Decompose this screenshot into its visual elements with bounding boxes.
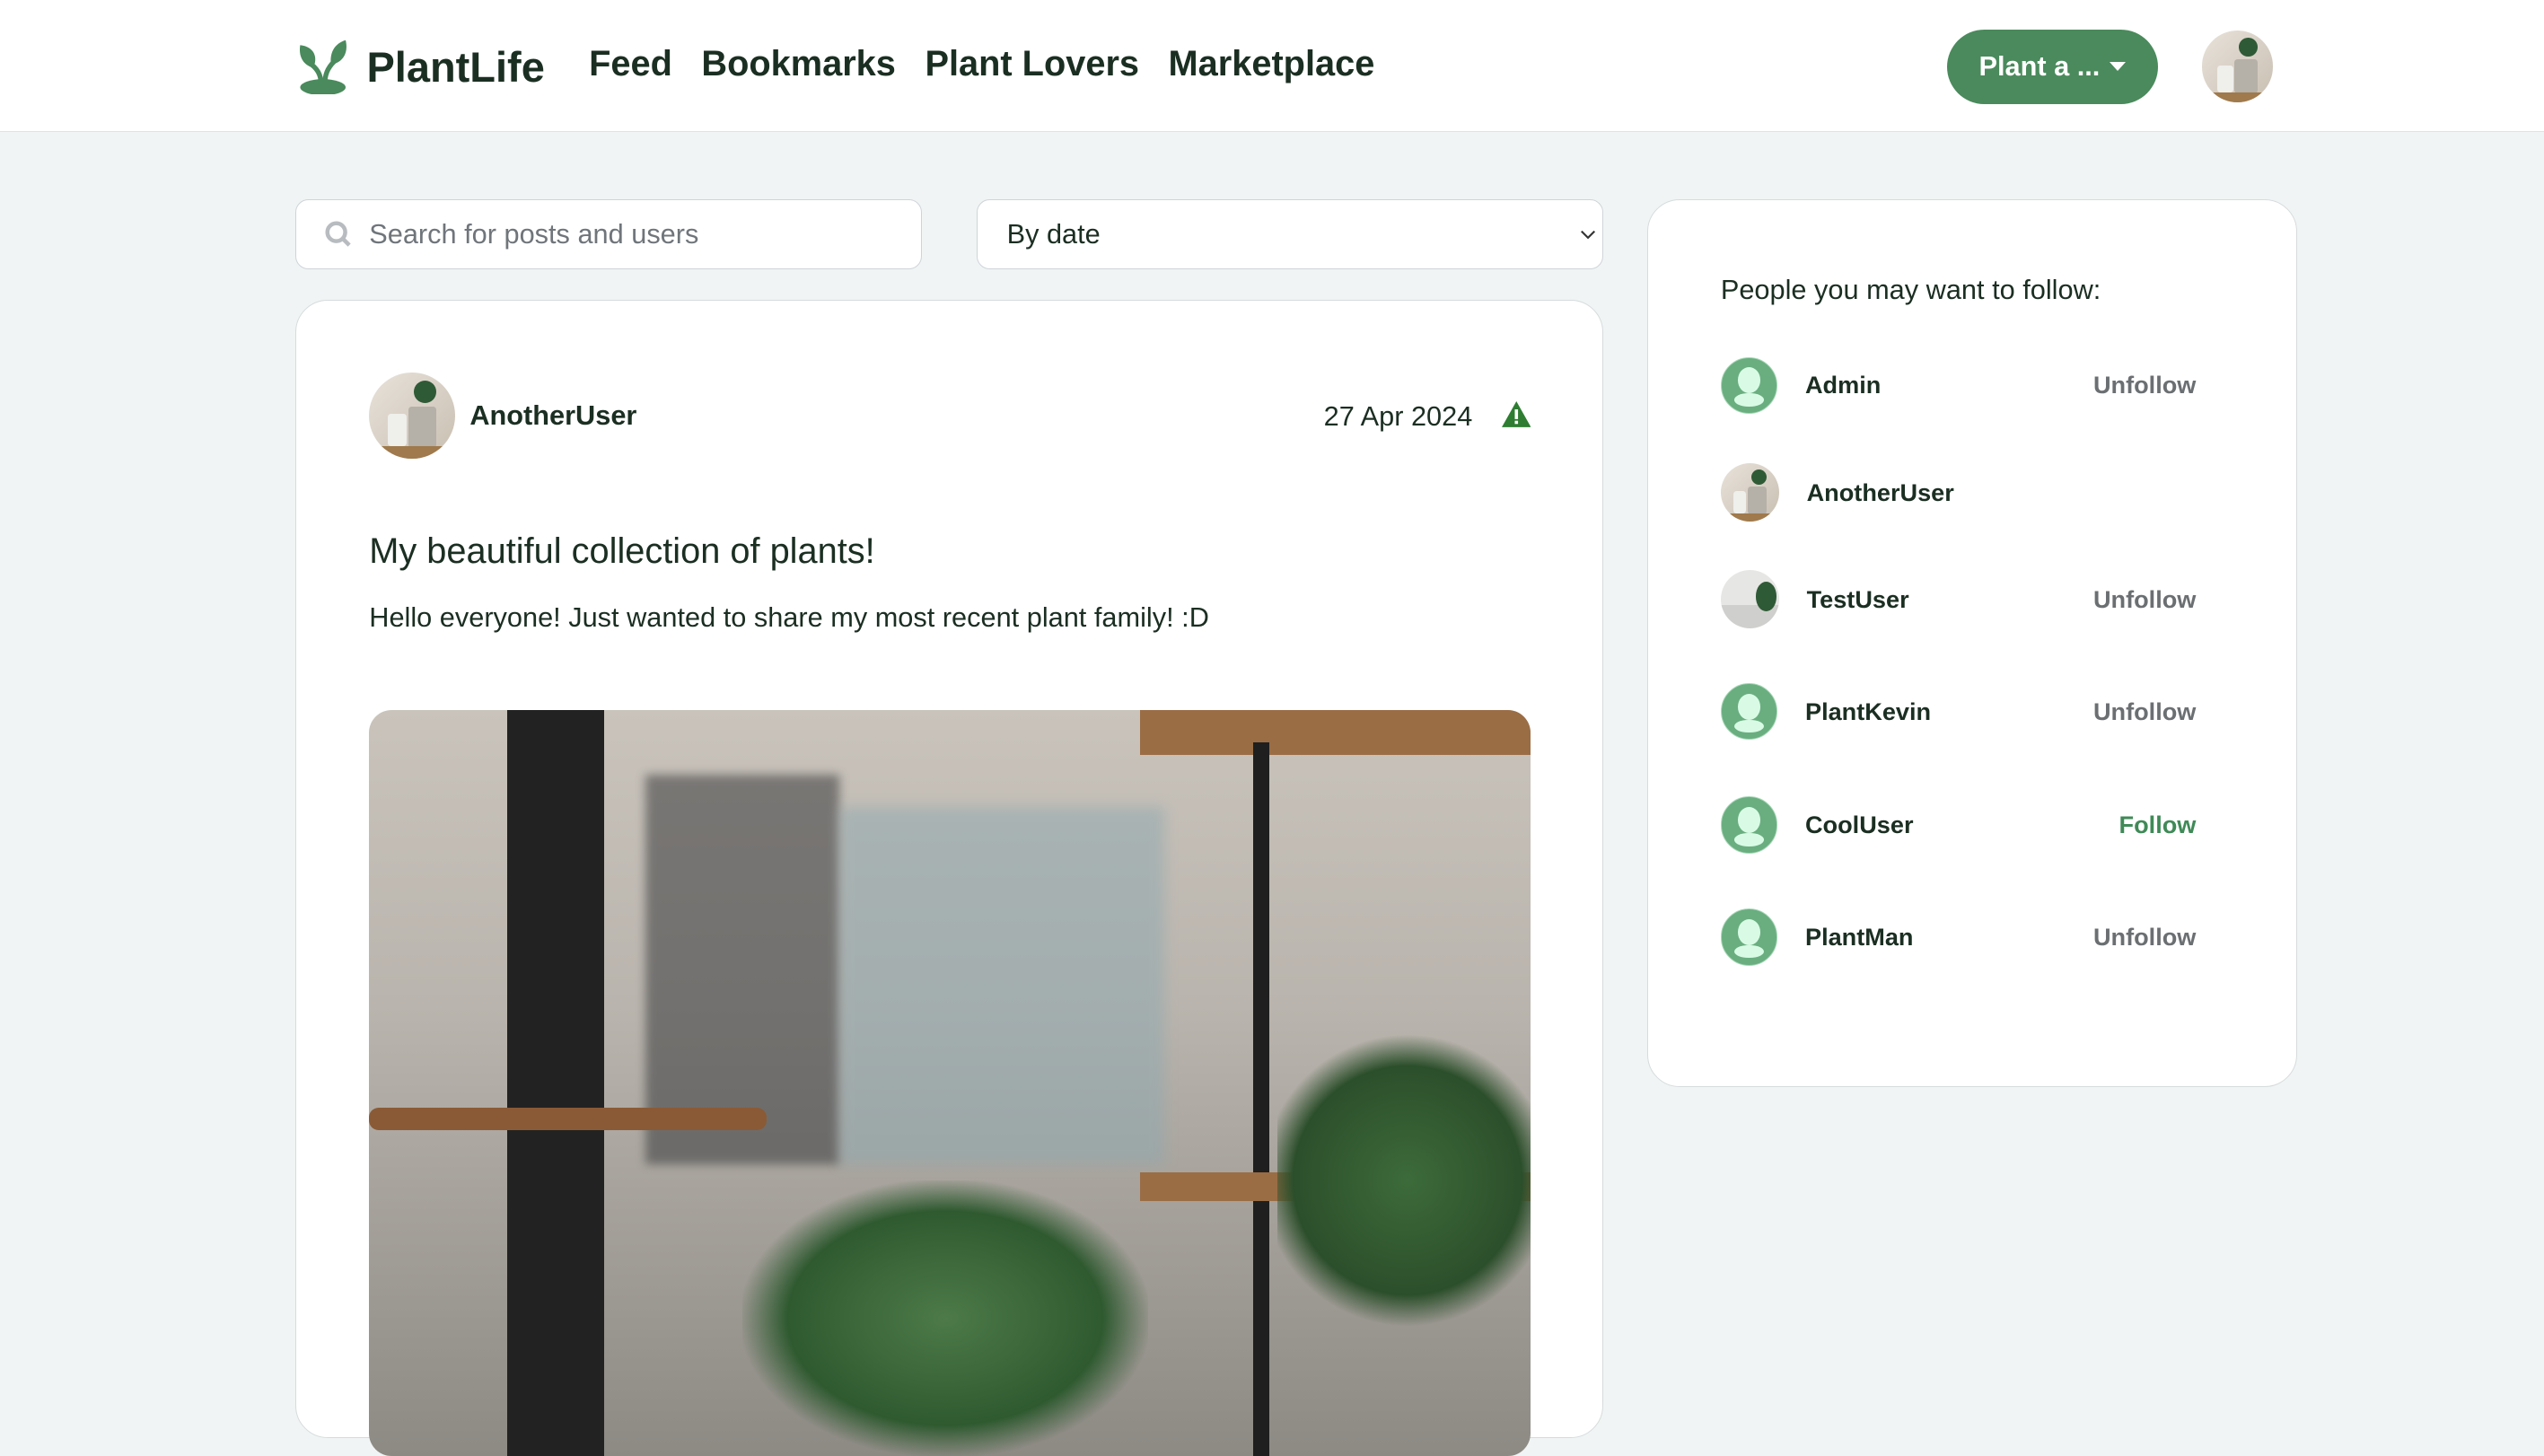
nav-feed[interactable]: Feed	[589, 44, 672, 84]
plant-button-label: Plant a ...	[1978, 50, 2101, 83]
post-card: AnotherUser 27 Apr 2024 My beautiful col…	[294, 300, 1603, 1456]
suggestion-name[interactable]: PlantMan	[1805, 923, 2093, 952]
post-date: 27 Apr 2024	[1323, 399, 1473, 432]
caret-down-icon	[2110, 62, 2127, 71]
suggestion-row: PlantMan Unfollow	[1720, 908, 2196, 966]
user-avatar	[1720, 463, 1779, 522]
unfollow-button[interactable]: Unfollow	[2093, 371, 2196, 399]
suggestion-row: AnotherUser	[1720, 463, 2197, 522]
search-placeholder: Search for posts and users	[369, 218, 699, 250]
follow-suggestions-panel: People you may want to follow: Admin Unfo…	[1646, 199, 2298, 1088]
suggestion-name[interactable]: AnotherUser	[1807, 478, 2197, 507]
suggestion-name[interactable]: TestUser	[1807, 585, 2093, 614]
user-avatar[interactable]	[2201, 31, 2274, 102]
suggestions-heading: People you may want to follow:	[1720, 273, 2101, 305]
post-title: My beautiful collection of plants!	[369, 531, 875, 571]
top-navbar: PlantLife Feed Bookmarks Plant Lovers Ma…	[0, 0, 2544, 133]
post-author[interactable]: AnotherUser	[369, 372, 637, 459]
author-avatar	[369, 372, 456, 459]
suggestion-name[interactable]: PlantKevin	[1805, 697, 2093, 726]
unfollow-button[interactable]: Unfollow	[2093, 585, 2196, 614]
sprout-icon	[299, 40, 347, 94]
unfollow-button[interactable]: Unfollow	[2093, 697, 2196, 726]
unfollow-button[interactable]: Unfollow	[2093, 923, 2196, 952]
default-avatar-icon	[1720, 796, 1778, 854]
nav-marketplace[interactable]: Marketplace	[1169, 44, 1375, 84]
search-icon	[325, 221, 352, 247]
author-name: AnotherUser	[469, 399, 637, 431]
main-nav: Feed Bookmarks Plant Lovers Marketplace	[589, 44, 1374, 84]
default-avatar-icon	[1720, 682, 1778, 741]
post-body: Hello everyone! Just wanted to share my …	[369, 601, 1209, 633]
suggestion-row: TestUser Unfollow	[1720, 570, 2196, 629]
sort-select[interactable]: By date	[977, 199, 1603, 270]
default-avatar-icon	[1720, 356, 1778, 415]
suggestion-row: CoolUser Follow	[1720, 796, 2197, 855]
default-avatar-icon	[1720, 908, 1778, 966]
follow-button[interactable]: Follow	[2119, 811, 2197, 839]
suggestion-row: Admin Unfollow	[1720, 356, 2196, 415]
nav-plant-lovers[interactable]: Plant Lovers	[925, 44, 1139, 84]
suggestion-name[interactable]: Admin	[1805, 371, 2093, 399]
brand-name: PlantLife	[366, 42, 545, 91]
sort-selected-value: By date	[1006, 218, 1101, 250]
post-image	[369, 709, 1531, 1456]
chevron-down-icon	[1580, 230, 1595, 240]
suggestion-row: PlantKevin Unfollow	[1720, 682, 2196, 741]
user-avatar	[1720, 570, 1779, 629]
suggestion-name[interactable]: CoolUser	[1805, 811, 2119, 839]
brand-logo[interactable]: PlantLife	[295, 39, 545, 94]
plant-a-dropdown-button[interactable]: Plant a ...	[1946, 29, 2158, 104]
search-input[interactable]: Search for posts and users	[294, 199, 922, 270]
report-warning-icon[interactable]	[1501, 401, 1531, 428]
nav-bookmarks[interactable]: Bookmarks	[701, 44, 896, 84]
